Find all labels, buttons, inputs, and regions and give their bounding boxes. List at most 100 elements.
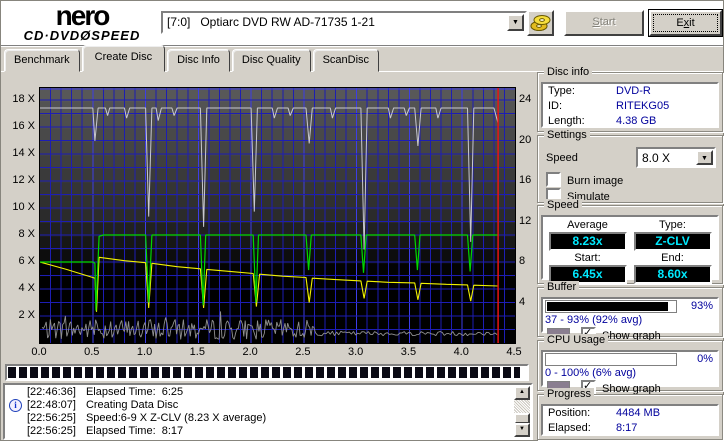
log-timestamp: [22:48:07] (27, 399, 76, 411)
log-entry: [22:46:36] Elapsed Time: 6:25 (5, 386, 514, 399)
top-bar: nero CD·DVDØSPEED [7:0] Optiarc DVD RW A… (1, 1, 723, 45)
x-axis-tick: 2.5 (295, 346, 311, 358)
speed-panel: Average Type: 8.23x Z-CLV Start: End: 6.… (541, 215, 719, 284)
write-progress-fill (8, 367, 521, 378)
cpu-usage-title: CPU Usage (544, 334, 609, 346)
chart-canvas (40, 88, 515, 343)
x-axis-tick: 3.0 (348, 346, 364, 358)
burn-image-checkbox[interactable] (546, 172, 561, 187)
y-axis-left-tick: 8 X (18, 228, 35, 240)
cpu-percent: 0% (697, 353, 713, 365)
disc-stack-icon (530, 15, 551, 31)
progress-panel: Position: 4484 MB Elapsed: 8:17 (541, 404, 719, 436)
x-axis-tick: 4.0 (453, 346, 469, 358)
y-axis-left-tick: 12 X (12, 174, 35, 186)
cpu-usage-group: CPU Usage 0% 0 - 100% (6% avg) Show grap… (537, 334, 723, 395)
drive-select-dropdown[interactable]: [7:0] Optiarc DVD RW AD-71735 1-21 ▼ (161, 11, 527, 34)
speed-chart: 18 X 16 X 14 X 12 X 10 X 8 X 6 X 4 X 2 X 24 20 16 12… (1, 71, 537, 383)
y-axis-left-tick: 14 X (12, 147, 35, 159)
speed-label: Speed (546, 152, 578, 164)
x-axis-tick: 0.5 (84, 346, 100, 358)
x-axis-tick: 3.5 (400, 346, 417, 358)
y-axis-right-tick: 16 (519, 174, 532, 186)
disc-info-row: Length: 4.38 GB (548, 115, 657, 127)
progress-row: Position: 4484 MB (548, 407, 661, 419)
disc-info-title: Disc info (544, 66, 593, 78)
y-axis-left-tick: 2 X (18, 309, 35, 321)
eject-disc-button[interactable] (527, 10, 554, 36)
write-type-readout: Z-CLV (633, 232, 712, 251)
y-axis-right-tick: 24 (519, 93, 532, 105)
y-axis-left-tick: 10 X (12, 201, 35, 213)
buffer-range-text: 37 - 93% (92% avg) (545, 314, 643, 326)
start-label: Start: (574, 252, 601, 264)
x-axis-tick: 1.5 (189, 346, 205, 358)
burn-image-option[interactable]: Burn image (546, 172, 718, 188)
log-message: Elapsed Time: 8:17 (85, 425, 184, 437)
speed-select-dropdown[interactable]: 8.0 X ▼ (636, 147, 716, 168)
logo-text-cdspeed: CD·DVDØSPEED (23, 28, 141, 43)
buffer-bar-fill (547, 302, 668, 311)
log-entry: [22:56:25] Speed:6-9 X Z-CLV (8.23 X aver… (5, 412, 514, 425)
chevron-down-icon[interactable]: ▼ (507, 14, 524, 31)
log-timestamp: [22:46:36] (27, 386, 76, 398)
nero-logo: nero CD·DVDØSPEED (7, 0, 157, 43)
disc-info-panel: Type: DVD-R ID: RITEKG05 Length: 4.38 GB (541, 82, 719, 128)
progress-row: Elapsed: 8:17 (548, 422, 638, 434)
cpu-panel: 0% 0 - 100% (6% avg) Show graph (541, 350, 719, 395)
buffer-panel: 93% 37 - 93% (92% avg) Show graph (541, 297, 719, 342)
buffer-group: Buffer 93% 37 - 93% (92% avg) Show graph (537, 281, 723, 342)
end-label: End: (661, 252, 684, 264)
tab-benchmark[interactable]: Benchmark (4, 49, 80, 72)
log-message: Speed:6-9 X Z-CLV (8.23 X average) (85, 412, 267, 424)
log-rows: [22:46:36] Elapsed Time: 6:25 i [22:48:07] C… (5, 386, 514, 438)
chevron-down-icon[interactable]: ▼ (696, 150, 713, 165)
y-axis-left-tick: 4 X (18, 282, 35, 294)
log-entry: [22:56:25] Elapsed Time: 8:17 (5, 425, 514, 438)
buffer-percent: 93% (690, 300, 713, 312)
buffer-title: Buffer (544, 281, 580, 293)
average-label: Average (567, 219, 608, 231)
chart-plot-area (39, 87, 516, 344)
scroll-up-icon[interactable]: ▲ (514, 386, 530, 400)
drive-select-value: [7:0] Optiarc DVD RW AD-71735 1-21 (167, 15, 375, 29)
end-speed-readout: 8.60x (633, 265, 712, 284)
write-progress-bar (5, 364, 529, 381)
status-log[interactable]: [22:46:36] Elapsed Time: 6:25 i [22:48:07] C… (3, 383, 533, 440)
exit-button-face: Exit (649, 10, 722, 36)
tab-scandisc[interactable]: ScanDisc (312, 49, 380, 72)
y-axis-right-tick: 8 (519, 255, 526, 267)
y-axis-right-tick: 4 (519, 295, 526, 308)
log-message: Elapsed Time: 6:25 (85, 386, 184, 398)
logo-text-nero: nero (55, 0, 111, 31)
x-axis-tick: 2.0 (242, 346, 258, 358)
type-label: Type: (659, 219, 686, 231)
app-window: nero CD·DVDØSPEED [7:0] Optiarc DVD RW A… (0, 0, 724, 441)
chart-background-bands (40, 88, 515, 343)
x-axis-tick: 1.0 (136, 346, 153, 358)
cpu-bar (545, 353, 677, 366)
start-button[interactable]: Start (564, 10, 644, 36)
progress-group: Progress Position: 4484 MB Elapsed: 8:17 (537, 388, 723, 440)
tab-disc-quality[interactable]: Disc Quality (231, 49, 311, 72)
speed-group: Speed Average Type: 8.23x Z-CLV Start: E… (537, 199, 723, 284)
buffer-bar-row: 93% (543, 299, 717, 314)
cpu-bar-row: 0% (543, 352, 717, 367)
speed-readouts: Average Type: 8.23x Z-CLV Start: End: 6.… (545, 219, 715, 284)
progress-title: Progress (544, 388, 595, 400)
buffer-bar (545, 300, 677, 313)
exit-button[interactable]: Exit (648, 9, 723, 37)
log-entry: i [22:48:07] Creating Data Disc (5, 399, 514, 412)
tab-disc-info[interactable]: Disc Info (167, 49, 230, 72)
y-axis-left-tick: 6 X (18, 255, 35, 267)
scroll-down-icon[interactable]: ▼ (514, 423, 530, 437)
disc-info-row: ID: RITEKG05 (548, 100, 670, 112)
tab-strip: Benchmark Create Disc Disc Info Disc Qua… (4, 45, 381, 72)
disc-info-row: Type: DVD-R (548, 85, 651, 97)
speed-select-value: 8.0 X (642, 151, 671, 165)
y-axis-left-tick: 16 X (12, 120, 35, 132)
average-speed-readout: 8.23x (548, 232, 627, 251)
tab-create-disc[interactable]: Create Disc (81, 45, 166, 72)
x-axis-tick: 0.0 (31, 346, 47, 358)
log-scrollbar[interactable]: ▲ ▼ (514, 386, 530, 437)
